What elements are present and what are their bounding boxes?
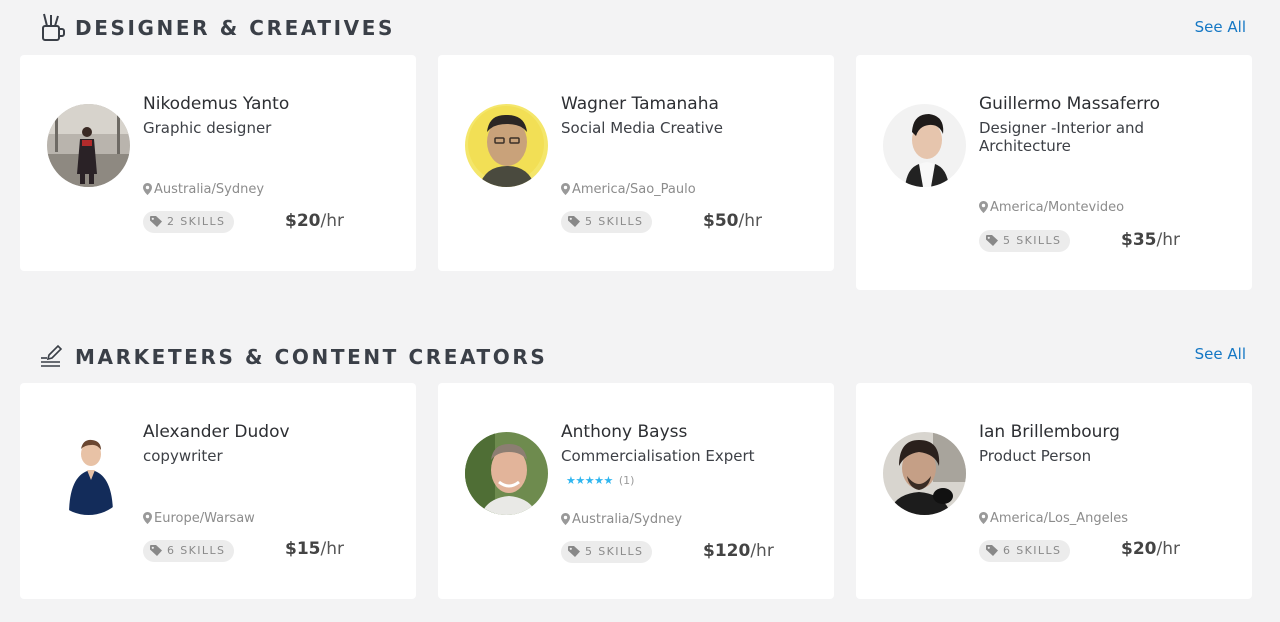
hourly-rate: $15/hr <box>285 538 344 560</box>
rate-value: $20 <box>1121 539 1157 559</box>
skills-count: 6 SKILLS <box>167 544 226 557</box>
freelancer-role: Graphic designer <box>143 119 272 137</box>
freelancer-role: copywriter <box>143 447 223 465</box>
hourly-rate: $20/hr <box>1121 538 1180 560</box>
skills-badge[interactable]: 6 SKILLS <box>979 540 1071 564</box>
avatar <box>47 432 130 515</box>
rate-unit: /hr <box>750 541 774 561</box>
tag-icon <box>150 213 162 235</box>
freelancer-name[interactable]: Anthony Bayss <box>561 421 687 443</box>
freelancer-card[interactable]: Ian Brillembourg Product Person America/… <box>856 383 1252 599</box>
avatar <box>465 432 548 515</box>
location: Australia/Sydney <box>143 182 264 200</box>
rate-value: $35 <box>1121 230 1157 250</box>
avatar <box>47 104 130 187</box>
map-pin-icon <box>561 513 570 530</box>
avatar <box>465 104 548 187</box>
rate-value: $15 <box>285 539 321 559</box>
hourly-rate: $120/hr <box>703 540 774 562</box>
freelancer-card[interactable]: Alexander Dudov copywriter Europe/Warsaw… <box>20 383 416 599</box>
location-text: Australia/Sydney <box>154 182 265 197</box>
freelancer-card[interactable]: Anthony Bayss Commercialisation Expert ★… <box>438 383 834 599</box>
freelancer-name[interactable]: Ian Brillembourg <box>979 421 1120 443</box>
skills-count: 5 SKILLS <box>1003 234 1062 247</box>
map-pin-icon <box>561 183 570 200</box>
section-header-marketers: MARKETERS & CONTENT CREATORS See All <box>0 341 1280 371</box>
star-rating: ★★★★★ (1) <box>566 474 634 487</box>
skills-badge[interactable]: 5 SKILLS <box>561 211 653 235</box>
tag-icon <box>568 543 580 565</box>
rating-count: (1) <box>618 474 635 487</box>
section-title: MARKETERS & CONTENT CREATORS <box>75 345 548 369</box>
writing-icon <box>40 341 66 371</box>
skills-badge[interactable]: 2 SKILLS <box>143 211 235 235</box>
see-all-link[interactable]: See All <box>1195 344 1246 364</box>
freelancer-name[interactable]: Wagner Tamanaha <box>561 93 719 115</box>
rate-unit: /hr <box>1156 539 1181 559</box>
rate-value: $20 <box>285 211 321 231</box>
avatar <box>883 104 966 187</box>
tag-icon <box>986 232 998 254</box>
location-text: Europe/Warsaw <box>154 511 255 526</box>
freelancer-name[interactable]: Guillermo Massaferro <box>979 93 1160 115</box>
location: America/Los_Angeles <box>979 511 1128 529</box>
freelancer-card[interactable]: Nikodemus Yanto Graphic designer Austral… <box>20 55 416 271</box>
skills-count: 2 SKILLS <box>167 215 226 228</box>
skills-count: 5 SKILLS <box>585 545 644 558</box>
skills-badge[interactable]: 6 SKILLS <box>143 540 235 564</box>
freelancer-card[interactable]: Wagner Tamanaha Social Media Creative Am… <box>438 55 834 271</box>
location-text: America/Sao_Paulo <box>572 182 696 197</box>
skills-count: 6 SKILLS <box>1003 544 1062 557</box>
rating-stars: ★★★★★ <box>566 474 613 487</box>
location-text: America/Los_Angeles <box>990 511 1129 526</box>
skills-count: 5 SKILLS <box>585 215 644 228</box>
section-title: DESIGNER & CREATIVES <box>75 16 395 40</box>
location-text: America/Montevideo <box>990 200 1125 215</box>
hourly-rate: $35/hr <box>1121 229 1180 251</box>
location: Australia/Sydney <box>561 512 682 530</box>
tag-icon <box>150 542 162 564</box>
location-text: Australia/Sydney <box>572 512 683 527</box>
map-pin-icon <box>979 201 988 218</box>
freelancer-role: Social Media Creative <box>561 119 723 137</box>
freelancer-role: Product Person <box>979 447 1092 465</box>
freelancer-role: Designer -Interior and Architecture <box>979 119 1145 155</box>
hourly-rate: $50/hr <box>703 210 762 232</box>
see-all-link[interactable]: See All <box>1195 17 1246 37</box>
freelancer-role: Commercialisation Expert <box>561 447 755 465</box>
map-pin-icon <box>143 512 152 529</box>
hourly-rate: $20/hr <box>285 210 344 232</box>
pencil-cup-icon <box>40 12 66 42</box>
freelancer-name[interactable]: Alexander Dudov <box>143 421 290 443</box>
rate-value: $120 <box>703 541 751 561</box>
location: America/Sao_Paulo <box>561 182 696 200</box>
rate-unit: /hr <box>320 539 345 559</box>
tag-icon <box>568 213 580 235</box>
rate-unit: /hr <box>738 211 763 231</box>
tag-icon <box>986 542 998 564</box>
freelancer-name[interactable]: Nikodemus Yanto <box>143 93 289 115</box>
location: Europe/Warsaw <box>143 511 255 529</box>
freelancer-card[interactable]: Guillermo Massaferro Designer -Interior … <box>856 55 1252 290</box>
rate-value: $50 <box>703 211 739 231</box>
rate-unit: /hr <box>320 211 345 231</box>
skills-badge[interactable]: 5 SKILLS <box>979 230 1071 254</box>
map-pin-icon <box>143 183 152 200</box>
skills-badge[interactable]: 5 SKILLS <box>561 541 653 565</box>
section-header-designers: DESIGNER & CREATIVES See All <box>0 12 1280 42</box>
map-pin-icon <box>979 512 988 529</box>
avatar <box>883 432 966 515</box>
location: America/Montevideo <box>979 200 1124 218</box>
rate-unit: /hr <box>1156 230 1181 250</box>
